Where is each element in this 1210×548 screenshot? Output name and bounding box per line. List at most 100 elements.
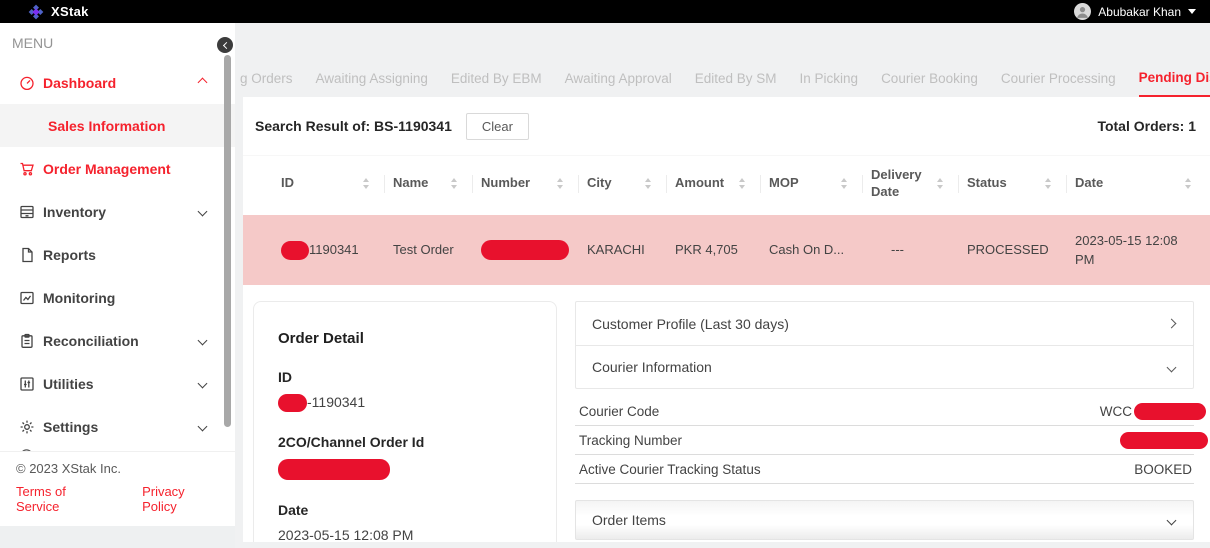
- sort-icon[interactable]: [451, 178, 457, 189]
- courier-code-row: Courier Code WCC: [575, 397, 1194, 426]
- courier-information-details: Courier Code WCC Tracking Number Active …: [575, 397, 1194, 484]
- redaction-blob: [278, 394, 307, 412]
- order-detail-title: Order Detail: [278, 330, 532, 347]
- chevron-right-icon: [1167, 319, 1177, 329]
- sidebar-item-label: Settings: [43, 419, 199, 435]
- brand: XStak: [28, 4, 89, 20]
- redaction-blob: [278, 459, 390, 480]
- tab-edited-by-sm[interactable]: Edited By SM: [695, 60, 777, 97]
- courier-information-header[interactable]: Courier Information: [576, 345, 1193, 388]
- tab-pending-dispatch[interactable]: Pending Dispatch: [1139, 60, 1210, 97]
- user-menu-caret-icon: [1188, 9, 1196, 14]
- main-content: g Orders Awaiting Assigning Edited By EB…: [235, 23, 1210, 548]
- tracking-status-label: Active Courier Tracking Status: [579, 462, 761, 477]
- field-value-channel-order-id: [278, 459, 532, 480]
- sidebar-item-monitoring[interactable]: Monitoring: [0, 276, 235, 319]
- cell-name: Test Order: [385, 240, 473, 260]
- app-window: XStak Abubakar Khan MENU: [0, 0, 1210, 548]
- sort-icon[interactable]: [1185, 178, 1191, 189]
- courier-code-label: Courier Code: [579, 404, 659, 419]
- order-info-accordion: Customer Profile (Last 30 days) Courier …: [575, 301, 1194, 540]
- redaction-blob: [1134, 403, 1206, 420]
- table-row[interactable]: 1190341 Test Order KARACHI PKR 4,705 Cas…: [243, 215, 1210, 285]
- cell-city: KARACHI: [579, 240, 667, 260]
- sort-icon[interactable]: [739, 178, 745, 189]
- tab-awaiting-assigning[interactable]: Awaiting Assigning: [316, 60, 428, 97]
- column-header-amount[interactable]: Amount: [667, 156, 761, 211]
- sidebar-item-label: Reports: [43, 247, 206, 263]
- sort-icon[interactable]: [937, 178, 943, 189]
- avatar: [1074, 3, 1091, 20]
- utilities-icon: [19, 376, 36, 392]
- tracking-number-label: Tracking Number: [579, 433, 682, 448]
- sort-icon[interactable]: [1045, 178, 1051, 189]
- sidebar-nav: Dashboard Sales Information Order Manage…: [0, 61, 235, 457]
- sidebar-item-reports[interactable]: Reports: [0, 233, 235, 276]
- redaction-blob: [281, 241, 309, 260]
- cell-delivery-date: ---: [863, 240, 959, 260]
- sidebar-collapse-button[interactable]: [217, 37, 233, 53]
- column-header-city[interactable]: City: [579, 156, 667, 211]
- cell-status: PROCESSED: [959, 240, 1067, 260]
- sidebar-item-label: Order Management: [43, 161, 206, 177]
- customer-profile-header[interactable]: Customer Profile (Last 30 days): [576, 302, 1193, 345]
- tab-edited-by-ebm[interactable]: Edited By EBM: [451, 60, 542, 97]
- column-header-status[interactable]: Status: [959, 156, 1067, 211]
- tab-orders-clipped[interactable]: g Orders: [240, 60, 293, 97]
- tab-awaiting-approval[interactable]: Awaiting Approval: [565, 60, 672, 97]
- sidebar-item-label: Inventory: [43, 204, 199, 220]
- search-result-label: Search Result of: BS-1190341: [255, 118, 452, 134]
- tracking-number-value: [1120, 432, 1192, 449]
- tracking-status-row: Active Courier Tracking Status BOOKED: [575, 455, 1194, 484]
- column-header-id[interactable]: ID: [273, 156, 385, 211]
- clear-button[interactable]: Clear: [466, 113, 529, 140]
- sort-icon[interactable]: [645, 178, 651, 189]
- sort-icon[interactable]: [841, 178, 847, 189]
- tab-courier-processing[interactable]: Courier Processing: [1001, 60, 1116, 97]
- sidebar-item-order-management[interactable]: Order Management: [0, 147, 235, 190]
- status-tabs: g Orders Awaiting Assigning Edited By EB…: [240, 60, 1200, 97]
- field-value-date: 2023-05-15 12:08 PM: [278, 527, 532, 542]
- tracking-status-value: BOOKED: [1134, 462, 1192, 477]
- sidebar-item-label: Reconciliation: [43, 333, 199, 349]
- cell-number: [473, 240, 579, 261]
- xstak-logo-icon: [28, 4, 44, 20]
- field-label-date: Date: [278, 502, 532, 518]
- column-header-delivery-date[interactable]: Delivery Date: [863, 156, 959, 211]
- redaction-blob: [481, 240, 569, 260]
- copyright-text: © 2023 XStak Inc.: [16, 461, 219, 476]
- chevron-down-icon: [198, 379, 208, 389]
- sidebar-item-sales-information[interactable]: Sales Information: [0, 104, 235, 147]
- sidebar-item-settings[interactable]: Settings: [0, 405, 235, 448]
- sort-icon[interactable]: [557, 178, 563, 189]
- gear-icon: [19, 419, 36, 435]
- column-header-number[interactable]: Number: [473, 156, 579, 211]
- sidebar-item-dashboard[interactable]: Dashboard: [0, 61, 235, 104]
- field-value-id: -1190341: [278, 394, 532, 412]
- sidebar-item-label: Sales Information: [48, 118, 206, 134]
- terms-of-service-link[interactable]: Terms of Service: [16, 484, 108, 514]
- sidebar-item-inventory[interactable]: Inventory: [0, 190, 235, 233]
- dashboard-icon: [19, 75, 36, 91]
- chevron-down-icon: [1167, 362, 1177, 372]
- column-header-name[interactable]: Name: [385, 156, 473, 211]
- redaction-blob: [1120, 432, 1208, 449]
- column-header-mop[interactable]: MOP: [761, 156, 863, 211]
- tab-in-picking[interactable]: In Picking: [800, 60, 859, 97]
- sidebar-item-reconciliation[interactable]: Reconciliation: [0, 319, 235, 362]
- tab-courier-booking[interactable]: Courier Booking: [881, 60, 978, 97]
- chevron-down-icon: [1167, 515, 1177, 525]
- sidebar-item-utilities[interactable]: Utilities: [0, 362, 235, 405]
- sort-icon[interactable]: [363, 178, 369, 189]
- tracking-number-row: Tracking Number: [575, 426, 1194, 455]
- order-items-header[interactable]: Order Items: [575, 500, 1194, 540]
- results-toolbar: Search Result of: BS-1190341 Clear Total…: [255, 109, 1196, 143]
- sidebar-item-label: Monitoring: [43, 290, 206, 306]
- sidebar-scrollbar[interactable]: [224, 55, 231, 427]
- user-menu[interactable]: Abubakar Khan: [1074, 3, 1196, 20]
- field-label-channel-order-id: 2CO/Channel Order Id: [278, 434, 532, 450]
- privacy-policy-link[interactable]: Privacy Policy: [142, 484, 219, 514]
- column-header-date[interactable]: Date: [1067, 156, 1207, 211]
- total-orders-label: Total Orders: 1: [1097, 118, 1196, 134]
- sidebar-item-label: Dashboard: [43, 75, 199, 91]
